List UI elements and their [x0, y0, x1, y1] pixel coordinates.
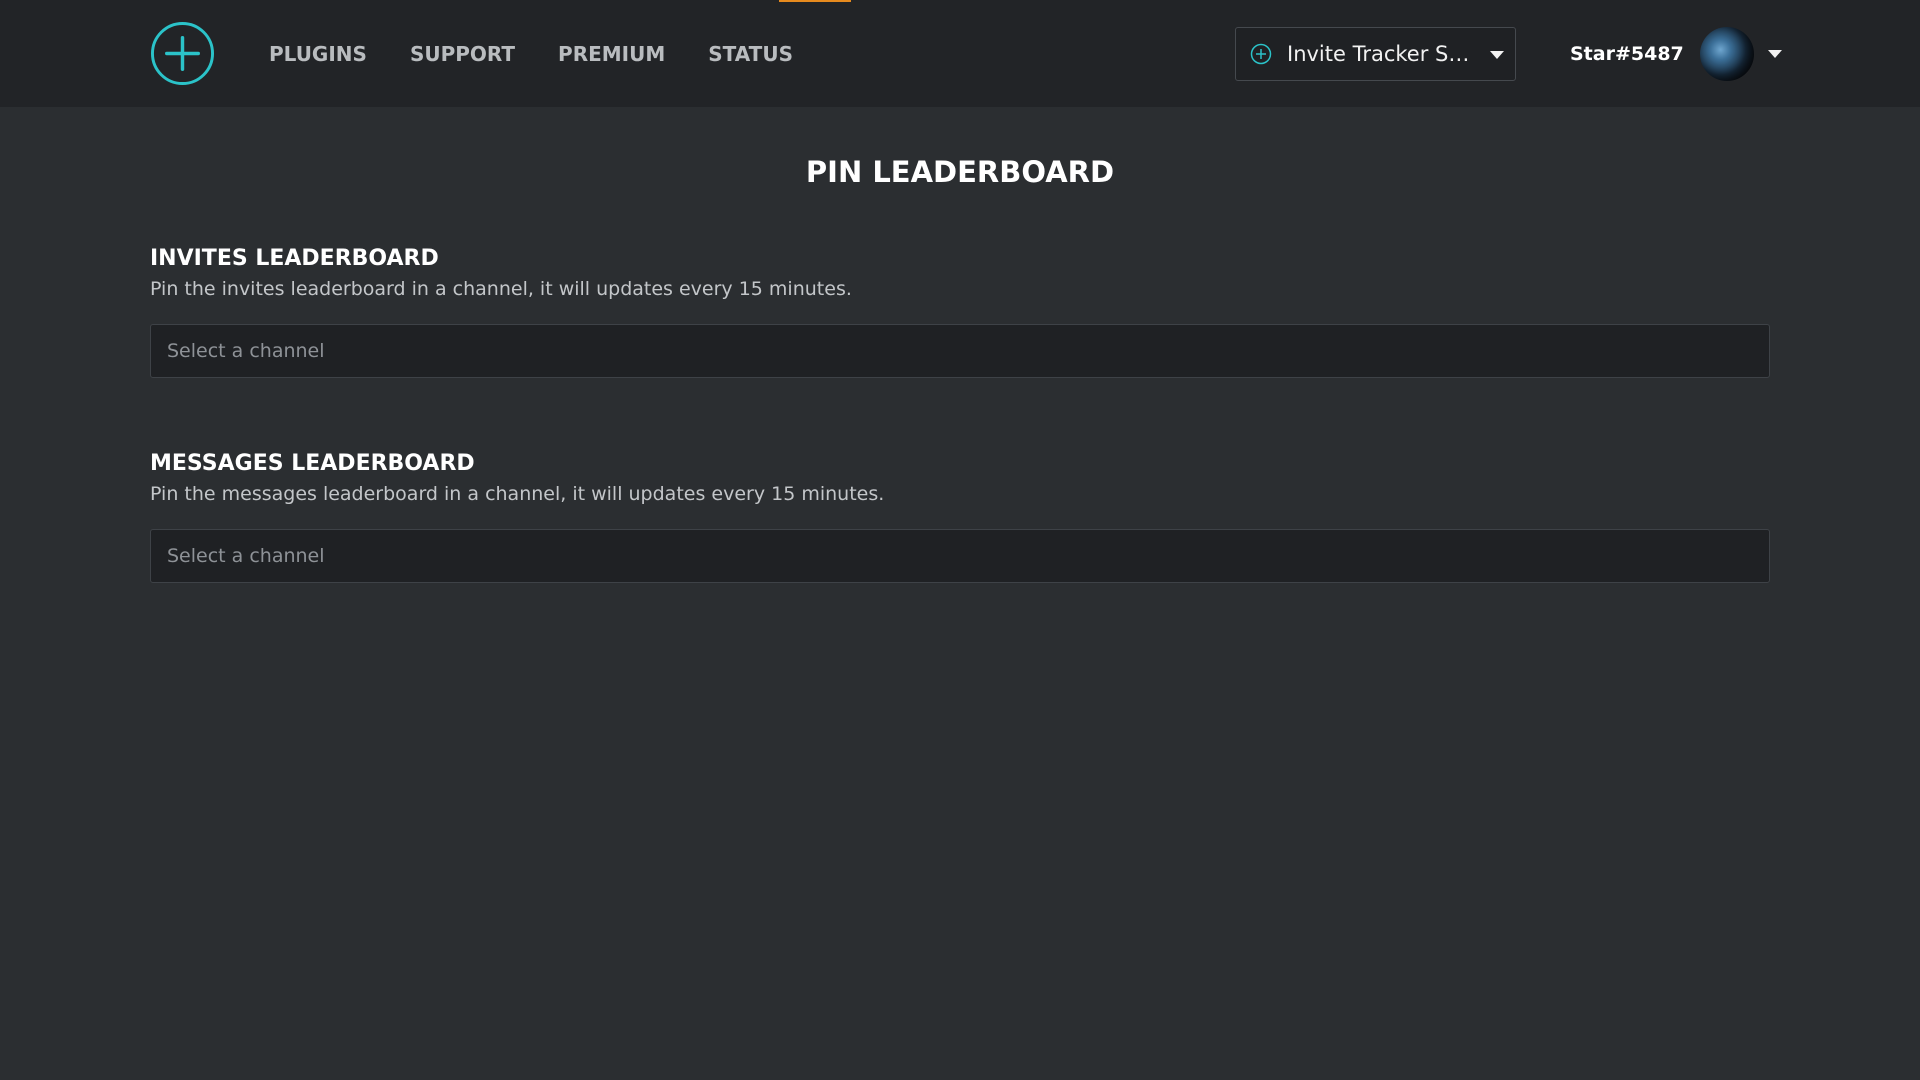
section-heading: INVITES LEADERBOARD — [150, 246, 439, 271]
chevron-down-icon — [1490, 51, 1504, 59]
messages-channel-select[interactable]: Select a channel — [150, 529, 1770, 583]
page-title: PIN LEADERBOARD — [805, 155, 1115, 189]
avatar — [1699, 27, 1754, 81]
section-description: Pin the invites leaderboard in a channel… — [150, 278, 852, 300]
active-indicator — [779, 0, 851, 2]
username: Star#5487 — [1570, 43, 1684, 65]
user-menu[interactable]: Star#5487 — [1570, 26, 1782, 82]
chevron-down-icon — [1767, 50, 1782, 58]
nav-premium[interactable]: PREMIUM — [558, 42, 665, 66]
plus-circle-icon — [1250, 43, 1272, 65]
top-navbar: PLUGINS SUPPORT PREMIUM STATUS Invite Tr… — [0, 0, 1920, 107]
invites-leaderboard-section: INVITES LEADERBOARD Pin the invites lead… — [150, 245, 1770, 378]
main-nav: PLUGINS SUPPORT PREMIUM STATUS — [269, 40, 793, 68]
server-select-value: Invite Tracker Su... — [1287, 42, 1477, 66]
nav-plugins[interactable]: PLUGINS — [269, 42, 367, 66]
server-select-dropdown[interactable]: Invite Tracker Su... — [1235, 27, 1516, 81]
channel-select-placeholder: Select a channel — [167, 340, 325, 362]
nav-support[interactable]: SUPPORT — [410, 42, 515, 66]
invites-channel-select[interactable]: Select a channel — [150, 324, 1770, 378]
nav-status[interactable]: STATUS — [708, 42, 793, 66]
section-heading: MESSAGES LEADERBOARD — [150, 451, 475, 476]
section-description: Pin the messages leaderboard in a channe… — [150, 483, 885, 505]
messages-leaderboard-section: MESSAGES LEADERBOARD Pin the messages le… — [150, 450, 1770, 583]
channel-select-placeholder: Select a channel — [167, 545, 325, 567]
logo-plus-circle-icon[interactable] — [150, 21, 215, 86]
